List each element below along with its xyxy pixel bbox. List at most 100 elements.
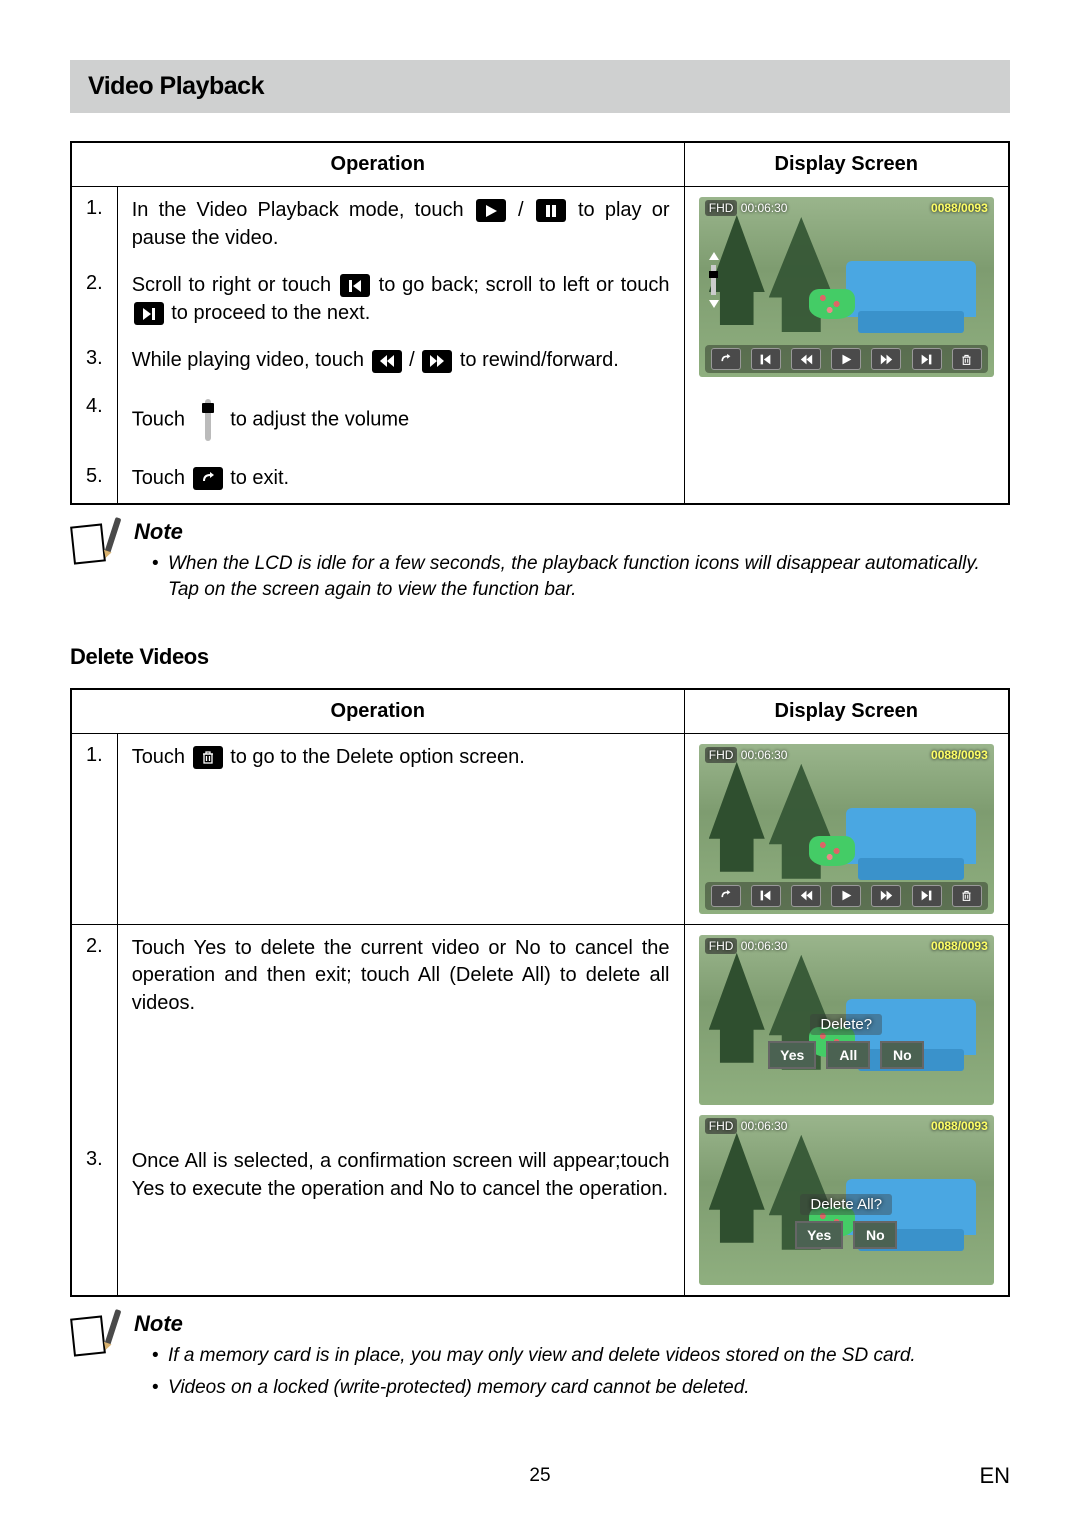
exit-icon (711, 348, 741, 370)
clip-counter: 0088/0093 (931, 201, 988, 215)
forward-icon (871, 885, 901, 907)
volume-slider (709, 252, 719, 308)
text-fragment: Touch (132, 746, 191, 768)
step-text: Touch to exit. (117, 455, 684, 504)
step-text: Touch Yes to delete the current video or… (117, 924, 684, 1138)
note-icon (70, 519, 118, 567)
yes-button: Yes (795, 1221, 843, 1249)
step-number: 5. (71, 455, 117, 504)
text-fragment: In the Video Playback mode, touch (132, 199, 474, 221)
step-text: Touch to adjust the volume (117, 385, 684, 455)
display-screen-header: Display Screen (684, 142, 1009, 187)
scene-flowers (809, 289, 855, 319)
note-list: If a memory card is in place, you may on… (134, 1343, 1010, 1402)
scene-chair (846, 243, 976, 333)
text-fragment: to adjust the volume (230, 408, 409, 430)
next-icon (912, 885, 942, 907)
step-number: 3. (71, 1138, 117, 1296)
delete-operation-table: Operation Display Screen 1. Touch to go … (70, 688, 1010, 1297)
volume-slider-icon (197, 395, 219, 445)
step-text: Scroll to right or touch to go back; scr… (117, 262, 684, 337)
note-icon (70, 1311, 118, 1359)
clip-counter: 0088/0093 (931, 748, 988, 762)
page-footer: 25 EN (70, 1463, 1010, 1489)
play-icon (831, 348, 861, 370)
trash-icon (952, 885, 982, 907)
pause-icon (536, 199, 566, 222)
all-button: All (826, 1041, 870, 1069)
text-fragment: Scroll to right or touch (132, 274, 338, 296)
exit-icon (711, 885, 741, 907)
subsection-heading: Delete Videos (70, 644, 1010, 670)
resolution-badge: FHD 00:06:30 (705, 1119, 788, 1133)
delete-all-prompt-thumbnail: FHD 00:06:30 0088/0093 Delete All? Yes N… (699, 1115, 994, 1285)
control-bar (705, 345, 988, 373)
yes-button: Yes (768, 1041, 816, 1069)
play-icon (831, 885, 861, 907)
exit-icon (193, 467, 223, 490)
text-fragment: Touch (132, 408, 191, 430)
dialog-prompt: Delete? (810, 1014, 882, 1035)
language-code: EN (979, 1463, 1010, 1489)
resolution-badge: FHD 00:06:30 (705, 939, 788, 953)
text-fragment: While playing video, touch (132, 349, 370, 371)
next-icon (912, 348, 942, 370)
note-item: Videos on a locked (write-protected) mem… (152, 1375, 1010, 1402)
resolution-badge: FHD 00:06:30 (705, 748, 788, 762)
page-number: 25 (529, 1465, 550, 1487)
dialog-prompt: Delete All? (800, 1194, 892, 1215)
clip-counter: 0088/0093 (931, 939, 988, 953)
display-screen-cell: FHD 00:06:30 0088/0093 (684, 733, 1009, 924)
clip-counter: 0088/0093 (931, 1119, 988, 1133)
playback-operation-table: Operation Display Screen 1. In the Video… (70, 141, 1010, 505)
step-number: 3. (71, 337, 117, 385)
next-icon (134, 302, 164, 325)
step-number: 1. (71, 733, 117, 924)
play-icon (476, 199, 506, 222)
no-button: No (880, 1041, 924, 1069)
text-fragment: to go back; scroll to left or touch (379, 274, 670, 296)
rewind-icon (791, 885, 821, 907)
step-number: 2. (71, 924, 117, 1138)
step-number: 2. (71, 262, 117, 337)
note-item: When the LCD is idle for a few seconds, … (152, 551, 1010, 604)
display-screen-cell: FHD 00:06:30 0088/0093 (684, 187, 1009, 504)
playback-screen-thumbnail: FHD 00:06:30 0088/0093 (699, 197, 994, 377)
operation-header: Operation (71, 689, 684, 734)
note-title: Note (134, 1311, 1010, 1337)
note-block: Note When the LCD is idle for a few seco… (70, 519, 1010, 610)
forward-icon (871, 348, 901, 370)
text-fragment: Touch (132, 467, 191, 489)
step-number: 4. (71, 385, 117, 455)
note-list: When the LCD is idle for a few seconds, … (134, 551, 1010, 604)
prev-icon (751, 885, 781, 907)
resolution-badge: FHD 00:06:30 (705, 201, 788, 215)
prev-icon (751, 348, 781, 370)
operation-header: Operation (71, 142, 684, 187)
rewind-icon (791, 348, 821, 370)
text-fragment: Once All is selected, a confirmation scr… (132, 1150, 621, 1172)
text-fragment: to exit. (230, 467, 289, 489)
trash-icon (193, 746, 223, 769)
note-block: Note If a memory card is in place, you m… (70, 1311, 1010, 1408)
display-screen-header: Display Screen (684, 689, 1009, 734)
delete-prompt-thumbnail: FHD 00:06:30 0088/0093 Delete? Yes All N… (699, 935, 994, 1105)
text-fragment: to proceed to the next. (171, 302, 370, 324)
section-heading: Video Playback (70, 60, 1010, 113)
delete-screen-thumbnail: FHD 00:06:30 0088/0093 (699, 744, 994, 914)
step-text: Once All is selected, a confirmation scr… (117, 1138, 684, 1296)
step-text: In the Video Playback mode, touch / to p… (117, 187, 684, 263)
display-screen-cell: FHD 00:06:30 0088/0093 Delete? Yes All N… (684, 924, 1009, 1296)
trash-icon (952, 348, 982, 370)
text-fragment: to go to the Delete option screen. (230, 746, 525, 768)
note-item: If a memory card is in place, you may on… (152, 1343, 1010, 1370)
step-text: Touch to go to the Delete option screen. (117, 733, 684, 924)
rewind-icon (372, 350, 402, 373)
no-button: No (853, 1221, 897, 1249)
step-number: 1. (71, 187, 117, 263)
note-title: Note (134, 519, 1010, 545)
forward-icon (422, 350, 452, 373)
step-text: While playing video, touch / to rewind/f… (117, 337, 684, 385)
prev-icon (340, 274, 370, 297)
control-bar (705, 882, 988, 910)
